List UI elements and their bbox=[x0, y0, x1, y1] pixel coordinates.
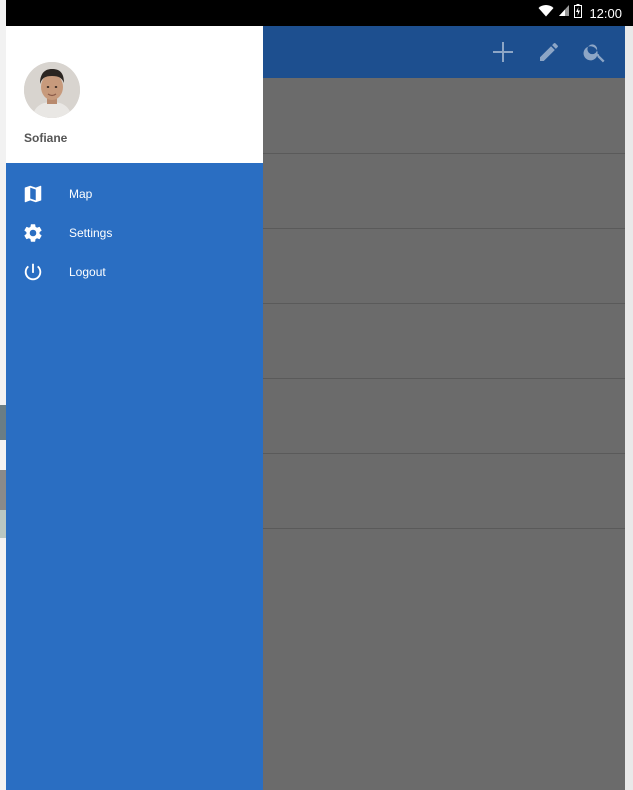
drawer-item-label: Map bbox=[69, 186, 93, 201]
drawer-header: Sofiane bbox=[6, 26, 263, 163]
status-indicators: 12:00 bbox=[538, 0, 622, 26]
avatar[interactable] bbox=[24, 62, 80, 118]
wifi-icon bbox=[538, 4, 554, 22]
drawer-item-label: Settings bbox=[69, 225, 113, 240]
window-edge-right bbox=[625, 26, 633, 790]
drawer-item-logout[interactable]: Logout bbox=[6, 252, 263, 291]
app-bar-actions bbox=[489, 26, 609, 78]
drawer-item-map[interactable]: Map bbox=[6, 174, 263, 213]
drawer-item-label: Logout bbox=[69, 264, 106, 279]
add-button[interactable] bbox=[489, 38, 517, 66]
status-time: 12:00 bbox=[589, 5, 622, 21]
edit-button[interactable] bbox=[535, 38, 563, 66]
map-icon bbox=[21, 182, 45, 206]
drawer-menu: Map Settings Logout bbox=[6, 174, 263, 291]
user-name: Sofiane bbox=[24, 131, 68, 145]
cell-signal-icon bbox=[558, 4, 570, 22]
battery-icon bbox=[574, 3, 583, 23]
user-photo bbox=[24, 62, 80, 118]
drawer-item-settings[interactable]: Settings bbox=[6, 213, 263, 252]
status-bar: 12:00 bbox=[6, 0, 633, 26]
gear-icon bbox=[21, 221, 45, 245]
pencil-icon bbox=[540, 43, 558, 61]
navigation-drawer: Sofiane Map Settings Logout bbox=[6, 26, 263, 790]
plus-icon bbox=[493, 42, 513, 62]
search-button[interactable] bbox=[581, 38, 609, 66]
search-icon bbox=[583, 44, 605, 63]
power-icon bbox=[21, 260, 45, 284]
